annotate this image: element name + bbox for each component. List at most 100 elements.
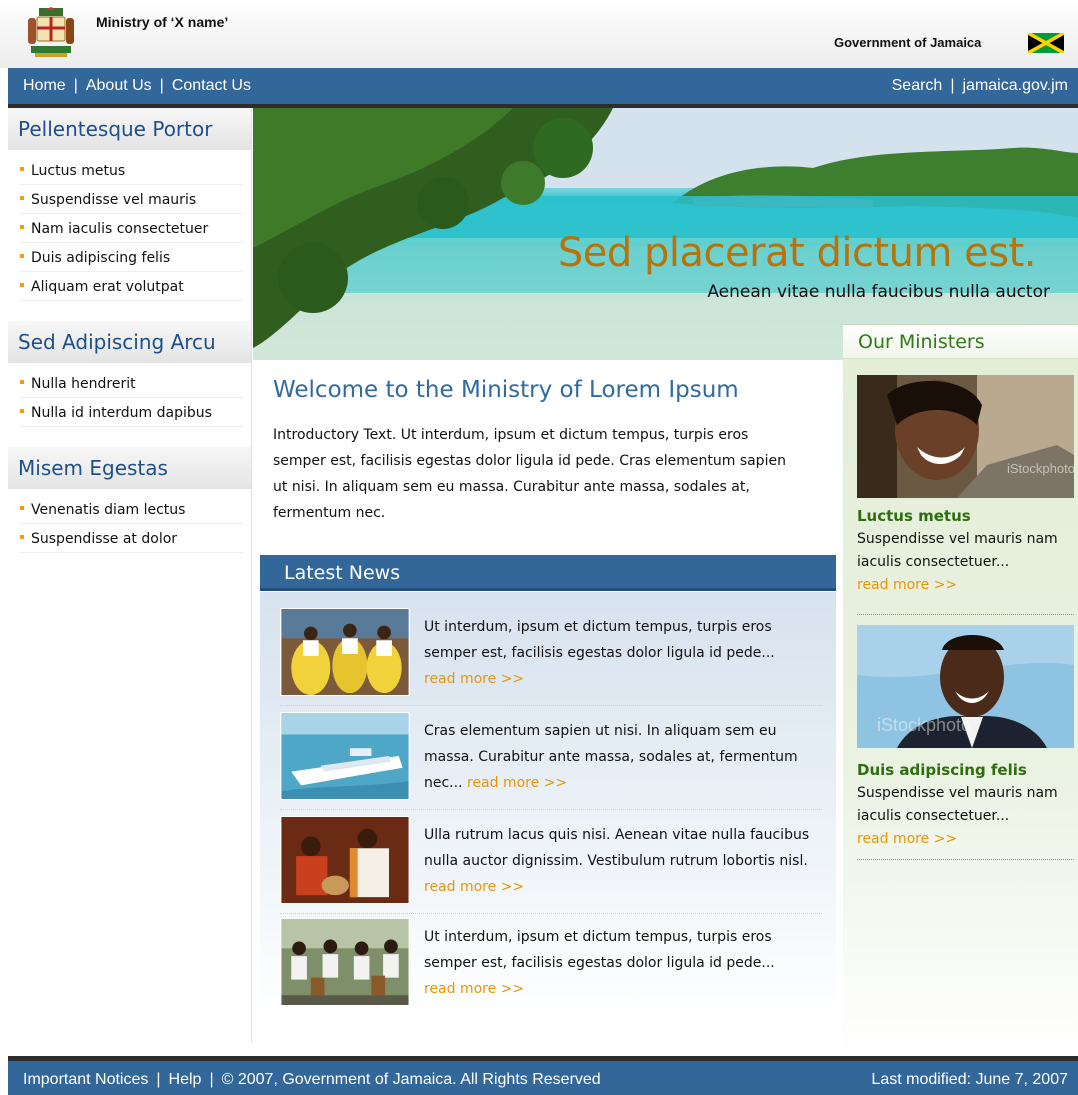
minister-photo[interactable]: iStockphoto xyxy=(857,625,1074,748)
sidebar-item-label: Suspendisse at dolor xyxy=(31,531,178,547)
minister-divider xyxy=(857,859,1074,860)
site-footer: Important Notices | Help | © 2007, Governmen… xyxy=(8,1061,1078,1095)
news-item: Ut interdum, ipsum et dictum tempus, tur… xyxy=(280,918,822,1010)
sidebar-item[interactable]: Luctus metus xyxy=(20,156,243,185)
hero-subtitle: Aenean vitae nulla faucibus nulla auctor xyxy=(707,282,1050,302)
sidebar-item[interactable]: Aliquam erat volutpat xyxy=(20,272,243,301)
sidebar-item[interactable]: Nulla hendrerit xyxy=(20,369,243,398)
latest-news-heading: Latest News xyxy=(260,555,836,591)
news-text: Cras elementum sapien ut nisi. In aliqua… xyxy=(424,718,816,796)
nav-about-link[interactable]: About Us xyxy=(86,77,152,94)
left-sidebar: Pellentesque Portor Luctus metus Suspend… xyxy=(8,108,252,1043)
welcome-text: Introductory Text. Ut interdum, ipsum et… xyxy=(273,427,786,521)
dancers-photo[interactable] xyxy=(280,608,410,696)
news-item: Cras elementum sapien ut nisi. In aliqua… xyxy=(280,712,822,810)
news-text: Ut interdum, ipsum et dictum tempus, tur… xyxy=(424,924,816,1002)
site-header: Ministry of ‘X name’ Government of Jamai… xyxy=(0,0,1078,68)
bullet-icon xyxy=(20,196,24,200)
read-more-link[interactable]: read more >> xyxy=(857,831,957,847)
sidebar-item-label: Nulla id interdum dapibus xyxy=(31,405,212,421)
sidebar-list: Luctus metus Suspendisse vel mauris Nam … xyxy=(8,150,251,301)
bullet-icon xyxy=(20,254,24,258)
sidebar-list: Nulla hendrerit Nulla id interdum dapibu… xyxy=(8,363,251,427)
government-name: Government of Jamaica xyxy=(834,35,982,50)
cruise-ship-photo[interactable] xyxy=(280,712,410,800)
sidebar-item-label: Aliquam erat volutpat xyxy=(31,279,184,295)
nav-separator: | xyxy=(159,77,164,94)
bullet-icon xyxy=(20,283,24,287)
sidebar-heading: Sed Adipiscing Arcu xyxy=(8,321,251,363)
nav-search-link[interactable]: Search xyxy=(892,77,943,94)
read-more-link[interactable]: read more >> xyxy=(424,671,524,687)
hero-title: Sed placerat dictum est. xyxy=(557,230,1037,276)
sidebar-heading: Pellentesque Portor xyxy=(8,108,251,150)
nav-separator: | xyxy=(73,77,78,94)
sidebar-item-label: Nam iaculis consectetuer xyxy=(31,221,209,237)
news-text: Ulla rutrum lacus quis nisi. Aenean vita… xyxy=(424,822,816,900)
sidebar-heading: Misem Egestas xyxy=(8,447,251,489)
news-text: Ut interdum, ipsum et dictum tempus, tur… xyxy=(424,614,816,692)
minister-photo[interactable]: iStockphoto xyxy=(857,375,1074,498)
minister-desc: Suspendisse vel mauris nam iaculis conse… xyxy=(857,528,1067,597)
nav-site-link[interactable]: jamaica.gov.jm xyxy=(962,77,1068,94)
bullet-icon xyxy=(20,506,24,510)
sidebar-item[interactable]: Duis adipiscing felis xyxy=(20,243,243,272)
footer-help-link[interactable]: Help xyxy=(169,1071,202,1088)
sidebar-list: Venenatis diam lectus Suspendisse at dol… xyxy=(8,489,251,553)
news-item: Ut interdum, ipsum et dictum tempus, tur… xyxy=(280,608,822,706)
nav-home-link[interactable]: Home xyxy=(23,77,66,94)
minister-name[interactable]: Duis adipiscing felis xyxy=(857,761,1027,779)
copyright-text: © 2007, Government of Jamaica. All Right… xyxy=(221,1071,601,1088)
sidebar-item[interactable]: Suspendisse vel mauris xyxy=(20,185,243,214)
read-more-link[interactable]: read more >> xyxy=(424,879,524,895)
bullet-icon xyxy=(20,225,24,229)
read-more-link[interactable]: read more >> xyxy=(424,981,524,997)
bullet-icon xyxy=(20,167,24,171)
nav-contact-link[interactable]: Contact Us xyxy=(172,77,251,94)
sidebar-item[interactable]: Nam iaculis consectetuer xyxy=(20,214,243,243)
bullet-icon xyxy=(20,380,24,384)
last-modified: Last modified: June 7, 2007 xyxy=(871,1071,1068,1088)
news-summary: Ulla rutrum lacus quis nisi. Aenean vita… xyxy=(424,827,810,869)
sidebar-item-label: Suspendisse vel mauris xyxy=(31,192,197,208)
minister-desc: Suspendisse vel mauris nam iaculis conse… xyxy=(857,782,1067,851)
top-navigation: Home | About Us | Contact Us Search | jamaica.… xyxy=(8,68,1078,104)
sidebar-item-label: Duis adipiscing felis xyxy=(31,250,171,266)
read-more-link[interactable]: read more >> xyxy=(467,775,567,791)
bullet-icon xyxy=(20,535,24,539)
sidebar-item[interactable]: Nulla id interdum dapibus xyxy=(20,398,243,427)
minister-divider xyxy=(857,614,1074,615)
drummers-photo[interactable] xyxy=(280,816,410,904)
footer-separator: | xyxy=(156,1071,161,1088)
sidebar-section: Misem Egestas Venenatis diam lectus Susp… xyxy=(8,447,251,553)
drum-band-photo[interactable] xyxy=(280,918,410,1006)
ministry-name: Ministry of ‘X name’ xyxy=(96,14,229,30)
footer-notices-link[interactable]: Important Notices xyxy=(23,1071,148,1088)
minister-summary: Suspendisse vel mauris nam iaculis conse… xyxy=(857,785,1058,824)
jamaica-flag-icon xyxy=(1028,33,1064,53)
bullet-icon xyxy=(20,409,24,413)
sidebar-section: Pellentesque Portor Luctus metus Suspend… xyxy=(8,108,251,301)
coat-of-arms-icon[interactable] xyxy=(25,6,77,58)
hero-banner: Sed placerat dictum est. Aenean vitae nu… xyxy=(253,108,1078,360)
minister-summary: Suspendisse vel mauris nam iaculis conse… xyxy=(857,531,1058,570)
sidebar-item-label: Venenatis diam lectus xyxy=(31,502,186,518)
ministers-panel: Our Ministers iStockphoto Luctus metus S… xyxy=(843,324,1078,1056)
watermark-text: iStockphoto xyxy=(1007,461,1074,476)
sidebar-section: Sed Adipiscing Arcu Nulla hendrerit Null… xyxy=(8,321,251,427)
news-item: Ulla rutrum lacus quis nisi. Aenean vita… xyxy=(280,816,822,914)
footer-separator: | xyxy=(209,1071,214,1088)
read-more-link[interactable]: read more >> xyxy=(857,577,957,593)
news-summary: Ut interdum, ipsum et dictum tempus, tur… xyxy=(424,929,775,971)
minister-name[interactable]: Luctus metus xyxy=(857,507,971,525)
nav-separator: | xyxy=(950,77,955,94)
watermark-text: iStockphoto xyxy=(877,715,971,735)
sidebar-item-label: Luctus metus xyxy=(31,163,126,179)
sidebar-item-label: Nulla hendrerit xyxy=(31,376,136,392)
welcome-heading: Welcome to the Ministry of Lorem Ipsum xyxy=(273,377,739,403)
latest-news-panel: Ut interdum, ipsum et dictum tempus, tur… xyxy=(260,592,836,1022)
sidebar-item[interactable]: Suspendisse at dolor xyxy=(20,524,243,553)
news-summary: Ut interdum, ipsum et dictum tempus, tur… xyxy=(424,619,775,661)
ministers-heading: Our Ministers xyxy=(843,325,1078,359)
sidebar-item[interactable]: Venenatis diam lectus xyxy=(20,495,243,524)
